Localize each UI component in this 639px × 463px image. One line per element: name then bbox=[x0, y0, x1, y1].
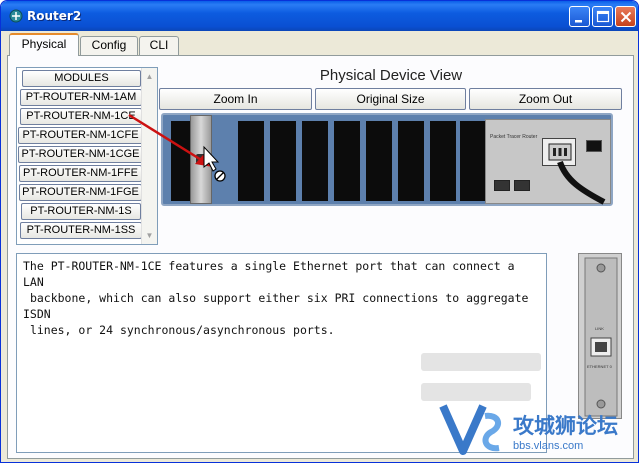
power-switch[interactable] bbox=[586, 140, 602, 152]
title-bar[interactable]: Router2 bbox=[1, 1, 638, 31]
tab-config[interactable]: Config bbox=[80, 36, 138, 55]
module-slot[interactable] bbox=[270, 121, 296, 201]
module-slot[interactable] bbox=[334, 121, 360, 201]
module-item[interactable]: PT-ROUTER-NM-1AM bbox=[20, 89, 142, 106]
scroll-down-arrow-icon[interactable]: ▼ bbox=[142, 228, 157, 243]
maximize-icon bbox=[596, 10, 610, 23]
window-title: Router2 bbox=[27, 9, 82, 23]
watermark-text: 攻城狮论坛 bbox=[513, 414, 618, 438]
minimize-button[interactable] bbox=[569, 6, 590, 27]
module-description-text: The PT-ROUTER-NM-1CE features a single E… bbox=[23, 259, 529, 337]
zoom-out-button[interactable]: Zoom Out bbox=[469, 88, 622, 110]
module-preview-image: LINK ETHERNET 0 bbox=[578, 253, 622, 419]
aux-port-icon[interactable] bbox=[514, 180, 530, 191]
minimize-icon bbox=[575, 20, 582, 23]
router-window: Router2 Physical Config CLI MODULES PT-R… bbox=[0, 0, 639, 463]
router-app-icon bbox=[9, 9, 23, 23]
zoom-in-button[interactable]: Zoom In bbox=[159, 88, 312, 110]
blurred-region bbox=[421, 353, 541, 371]
module-item[interactable]: PT-ROUTER-NM-1FGE bbox=[19, 184, 142, 201]
module-slot[interactable] bbox=[430, 121, 456, 201]
module-item[interactable]: PT-ROUTER-NM-1SS bbox=[20, 222, 142, 239]
scroll-up-arrow-icon[interactable]: ▲ bbox=[142, 69, 157, 84]
link-label: LINK bbox=[595, 326, 604, 331]
power-cable-icon bbox=[557, 160, 606, 205]
physical-device-view-title: Physical Device View bbox=[319, 67, 463, 84]
watermark-url: bbs.vlans.com bbox=[513, 440, 584, 452]
router-back-panel: Packet Tracer Router bbox=[485, 119, 611, 205]
drag-arrow-icon bbox=[128, 113, 226, 182]
modules-header: MODULES bbox=[22, 70, 141, 87]
tab-physical[interactable]: Physical bbox=[9, 33, 79, 56]
ethernet-port-label: ETHERNET 0 bbox=[587, 364, 612, 369]
watermark: 攻城狮论坛 bbs.vlans.com bbox=[433, 396, 638, 461]
module-slot[interactable] bbox=[302, 121, 328, 201]
module-item[interactable]: PT-ROUTER-NM-1S bbox=[21, 203, 141, 220]
console-port-icon[interactable] bbox=[494, 180, 510, 191]
tab-cli[interactable]: CLI bbox=[139, 36, 179, 55]
original-size-button[interactable]: Original Size bbox=[315, 88, 466, 110]
watermark-logo-icon bbox=[439, 404, 502, 455]
module-slot[interactable] bbox=[238, 121, 264, 201]
module-slot[interactable] bbox=[398, 121, 424, 201]
close-button[interactable] bbox=[615, 6, 636, 27]
close-icon bbox=[620, 11, 632, 23]
chassis-label: Packet Tracer Router bbox=[490, 134, 538, 140]
module-slot[interactable] bbox=[460, 121, 486, 201]
maximize-button[interactable] bbox=[592, 6, 613, 27]
module-slot[interactable] bbox=[366, 121, 392, 201]
